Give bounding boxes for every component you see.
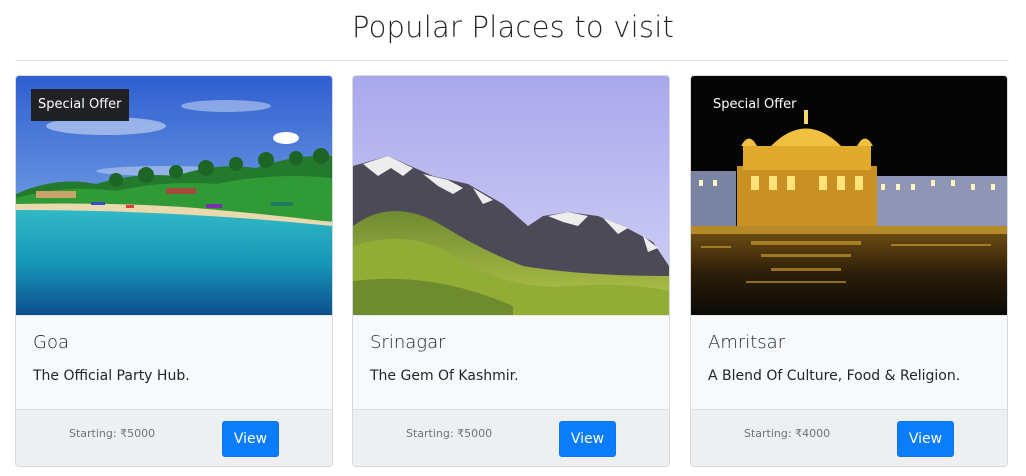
card-title: Goa — [33, 332, 69, 353]
golden-temple-image: Special Offer — [691, 76, 1007, 315]
card-tagline: A Blend Of Culture, Food & Religion. — [708, 368, 961, 384]
view-button-amritsar[interactable]: View — [897, 421, 954, 457]
card-footer: Starting: ₹5000 View — [353, 409, 669, 466]
place-card-amritsar: Special Offer Amritsar A Blend Of Cultur… — [690, 75, 1008, 467]
card-tagline: The Gem Of Kashmir. — [370, 368, 519, 384]
price-label: Starting: ₹5000 — [69, 427, 156, 440]
card-body: Goa The Official Party Hub. — [16, 315, 332, 409]
card-body: Srinagar The Gem Of Kashmir. — [353, 315, 669, 409]
card-tagline: The Official Party Hub. — [33, 368, 190, 384]
special-offer-badge: Special Offer — [31, 89, 129, 121]
card-footer: Starting: ₹5000 View — [16, 409, 332, 466]
price-label: Starting: ₹5000 — [406, 427, 493, 440]
page-title: Popular Places to visit — [351, 10, 675, 44]
special-offer-badge: Special Offer — [713, 97, 797, 112]
mountain-image — [353, 76, 669, 315]
beach-image: Special Offer — [16, 76, 332, 315]
card-title: Amritsar — [708, 332, 786, 353]
card-body: Amritsar A Blend Of Culture, Food & Reli… — [691, 315, 1007, 409]
place-card-goa: Special Offer Goa The Official Party Hub… — [15, 75, 333, 467]
title-divider — [15, 60, 1009, 61]
place-card-srinagar: Srinagar The Gem Of Kashmir. Starting: ₹… — [352, 75, 670, 467]
view-button-srinagar[interactable]: View — [559, 421, 616, 457]
price-label: Starting: ₹4000 — [744, 427, 831, 440]
card-title: Srinagar — [370, 332, 446, 353]
view-button-goa[interactable]: View — [222, 421, 279, 457]
card-footer: Starting: ₹4000 View — [691, 409, 1007, 466]
